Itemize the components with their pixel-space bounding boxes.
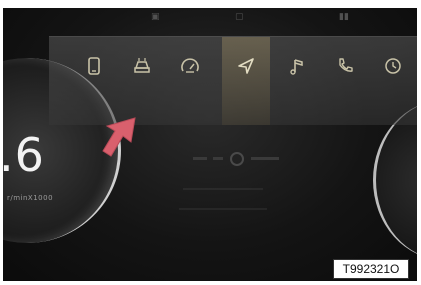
menu-item-music[interactable] xyxy=(273,37,321,125)
status-icon-1: ▣ xyxy=(151,12,160,22)
call-icon xyxy=(335,56,355,76)
signal-icon: ▮▮ xyxy=(339,12,349,22)
music-icon xyxy=(287,56,307,76)
navigation-icon xyxy=(236,56,256,76)
placeholder-line xyxy=(183,188,263,190)
placeholder-line xyxy=(179,208,267,210)
gauge-icon xyxy=(180,56,200,76)
main-menu-bar xyxy=(49,36,417,125)
figure-code-label: T992321O xyxy=(333,259,409,279)
tachometer-unit: r/minX1000 xyxy=(7,194,54,202)
menu-item-navigation[interactable] xyxy=(222,37,270,125)
menu-item-vehicle[interactable] xyxy=(118,37,166,125)
tachometer-reading: .6 xyxy=(3,128,45,182)
menu-item-phone[interactable] xyxy=(70,37,118,125)
phone-icon xyxy=(84,56,104,76)
menu-item-history[interactable] xyxy=(369,37,417,125)
menu-item-gauge[interactable] xyxy=(166,37,214,125)
pointer-arrow-icon xyxy=(102,117,136,157)
center-info-row xyxy=(189,152,299,166)
status-icon-2: ▢ xyxy=(235,12,244,22)
menu-item-call[interactable] xyxy=(321,37,369,125)
vehicle-icon xyxy=(132,56,152,76)
history-icon xyxy=(383,56,403,76)
instrument-cluster-screen: ▣ ▢ ▮▮ .6 r/minX1000 xyxy=(3,8,417,281)
